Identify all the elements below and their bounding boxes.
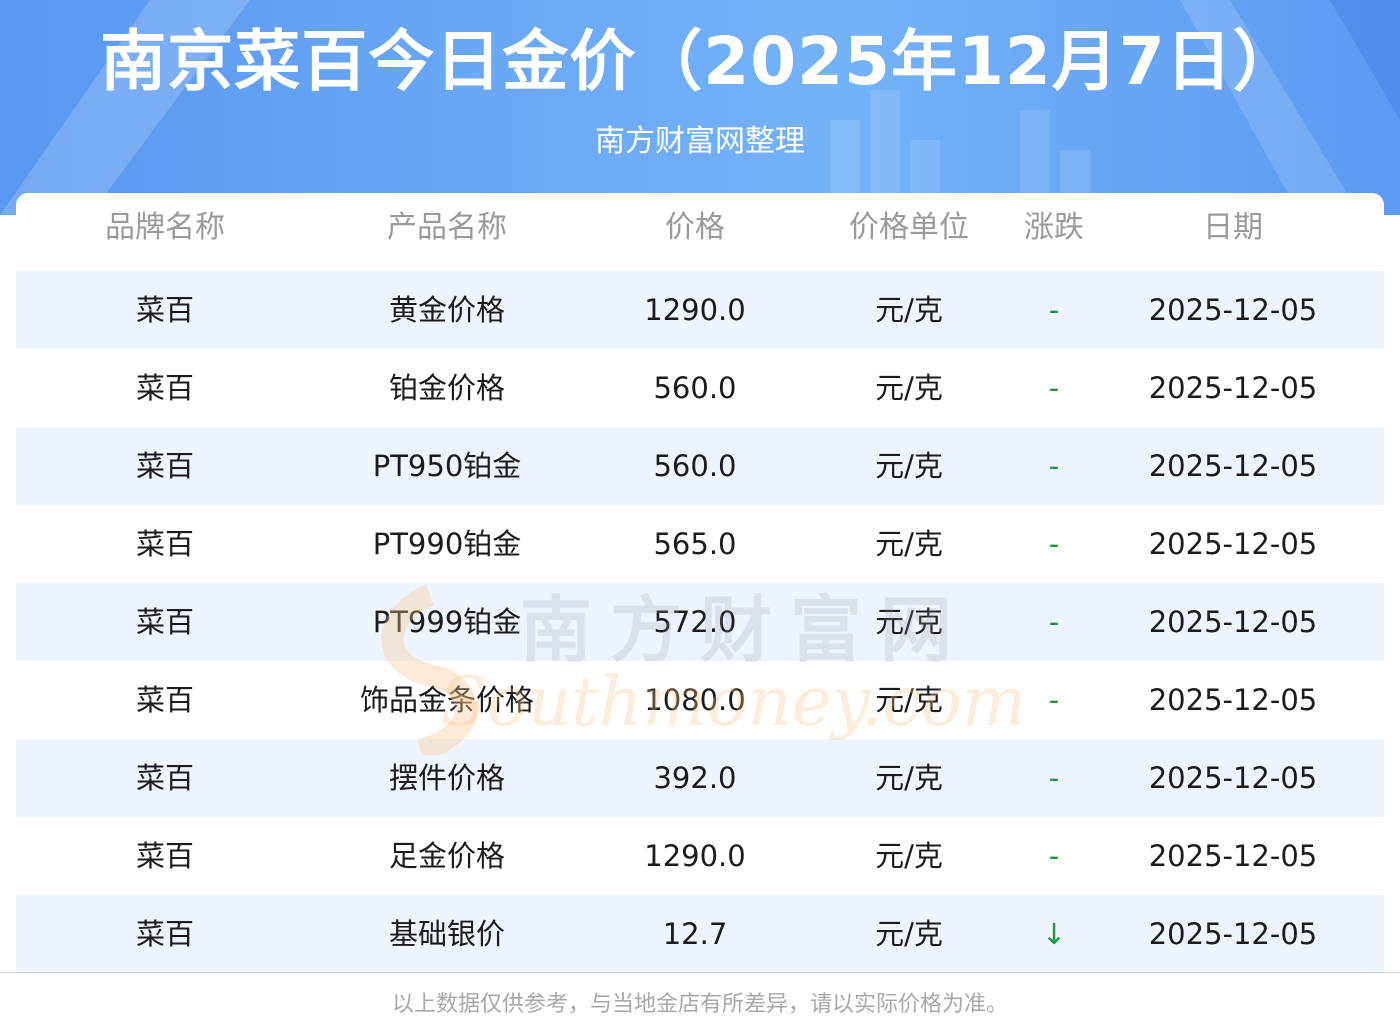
cell-brand: 菜百 xyxy=(135,605,194,639)
cell-brand: 菜百 xyxy=(135,917,194,951)
cell-date: 2025-12-05 xyxy=(1148,839,1318,873)
cell-brand: 菜百 xyxy=(135,371,194,405)
table-header: 品牌名称 产品名称 价格 价格单位 涨跌 日期 xyxy=(16,193,1384,271)
table-row: 菜百 PT950铂金 560.0 元/克 - 2025-12-05 xyxy=(16,427,1384,505)
table-row: 菜百 足金价格 1290.0 元/克 - 2025-12-05 xyxy=(16,817,1384,895)
cell-product: 黄金价格 xyxy=(388,293,505,327)
column-header-product: 产品名称 xyxy=(387,210,507,245)
cell-price: 1290.0 xyxy=(644,839,746,873)
cell-change: - xyxy=(1048,683,1060,717)
cell-brand: 菜百 xyxy=(135,293,194,327)
cell-date: 2025-12-05 xyxy=(1148,683,1318,717)
table-row: 菜百 摆件价格 392.0 元/克 - 2025-12-05 xyxy=(16,739,1384,817)
cell-brand: 菜百 xyxy=(135,839,194,873)
cell-price: 392.0 xyxy=(653,761,737,795)
cell-date: 2025-12-05 xyxy=(1148,917,1318,951)
footer-divider xyxy=(0,972,1400,973)
cell-brand: 菜百 xyxy=(135,683,194,717)
column-header-date: 日期 xyxy=(1203,210,1263,245)
price-table: 品牌名称 产品名称 价格 价格单位 涨跌 日期 菜百 黄金价格 1290.0 元… xyxy=(16,193,1384,983)
cell-price: 1290.0 xyxy=(644,293,746,327)
cell-price: 560.0 xyxy=(653,371,737,405)
cell-unit: 元/克 xyxy=(875,293,943,327)
cell-unit: 元/克 xyxy=(875,761,943,795)
cell-change: - xyxy=(1048,839,1060,873)
column-header-price: 价格 xyxy=(665,210,725,245)
table-row: 菜百 PT999铂金 572.0 元/克 - 2025-12-05 xyxy=(16,583,1384,661)
table-row: 菜百 黄金价格 1290.0 元/克 - 2025-12-05 xyxy=(16,271,1384,349)
cell-product: PT999铂金 xyxy=(372,605,522,639)
cell-change: ↓ xyxy=(1041,917,1067,951)
cell-brand: 菜百 xyxy=(135,761,194,795)
cell-date: 2025-12-05 xyxy=(1148,293,1318,327)
table-row: 菜百 饰品金条价格 1080.0 元/克 - 2025-12-05 xyxy=(16,661,1384,739)
cell-product: PT950铂金 xyxy=(372,449,522,483)
cell-unit: 元/克 xyxy=(875,683,943,717)
cell-unit: 元/克 xyxy=(875,371,943,405)
cell-brand: 菜百 xyxy=(135,527,194,561)
cell-product: 摆件价格 xyxy=(388,761,505,795)
cell-unit: 元/克 xyxy=(875,527,943,561)
cell-product: 足金价格 xyxy=(388,839,505,873)
cell-unit: 元/克 xyxy=(875,839,943,873)
cell-date: 2025-12-05 xyxy=(1148,527,1318,561)
cell-date: 2025-12-05 xyxy=(1148,371,1318,405)
disclaimer-text: 以上数据仅供参考，与当地金店有所差异，请以实际价格为准。 xyxy=(391,992,1008,1017)
cell-date: 2025-12-05 xyxy=(1148,449,1318,483)
header-banner: 南京菜百今日金价（2025年12月7日） 南方财富网整理 xyxy=(0,0,1400,215)
table-row: 菜百 铂金价格 560.0 元/克 - 2025-12-05 xyxy=(16,349,1384,427)
cell-price: 560.0 xyxy=(653,449,737,483)
page-title: 南京菜百今日金价（2025年12月7日） xyxy=(100,23,1300,100)
cell-product: 基础银价 xyxy=(388,917,505,951)
cell-price: 12.7 xyxy=(662,917,728,951)
cell-product: PT990铂金 xyxy=(372,527,522,561)
cell-price: 572.0 xyxy=(653,605,737,639)
cell-unit: 元/克 xyxy=(875,917,943,951)
cell-product: 铂金价格 xyxy=(388,371,505,405)
page-subtitle: 南方财富网整理 xyxy=(595,124,805,159)
cell-change: - xyxy=(1048,605,1060,639)
cell-price: 565.0 xyxy=(653,527,737,561)
cell-unit: 元/克 xyxy=(875,605,943,639)
table-row: 菜百 PT990铂金 565.0 元/克 - 2025-12-05 xyxy=(16,505,1384,583)
cell-change: - xyxy=(1048,371,1060,405)
cell-price: 1080.0 xyxy=(644,683,746,717)
cell-date: 2025-12-05 xyxy=(1148,761,1318,795)
cell-change: - xyxy=(1048,527,1060,561)
column-header-unit: 价格单位 xyxy=(849,210,969,245)
cell-change: - xyxy=(1048,449,1060,483)
cell-unit: 元/克 xyxy=(875,449,943,483)
column-header-brand: 品牌名称 xyxy=(105,210,225,245)
cell-product: 饰品金条价格 xyxy=(359,683,534,717)
table-row: 菜百 基础银价 12.7 元/克 ↓ 2025-12-05 xyxy=(16,895,1384,973)
cell-brand: 菜百 xyxy=(135,449,194,483)
cell-change: - xyxy=(1048,293,1060,327)
cell-date: 2025-12-05 xyxy=(1148,605,1318,639)
column-header-change: 涨跌 xyxy=(1024,210,1084,245)
cell-change: - xyxy=(1048,761,1060,795)
